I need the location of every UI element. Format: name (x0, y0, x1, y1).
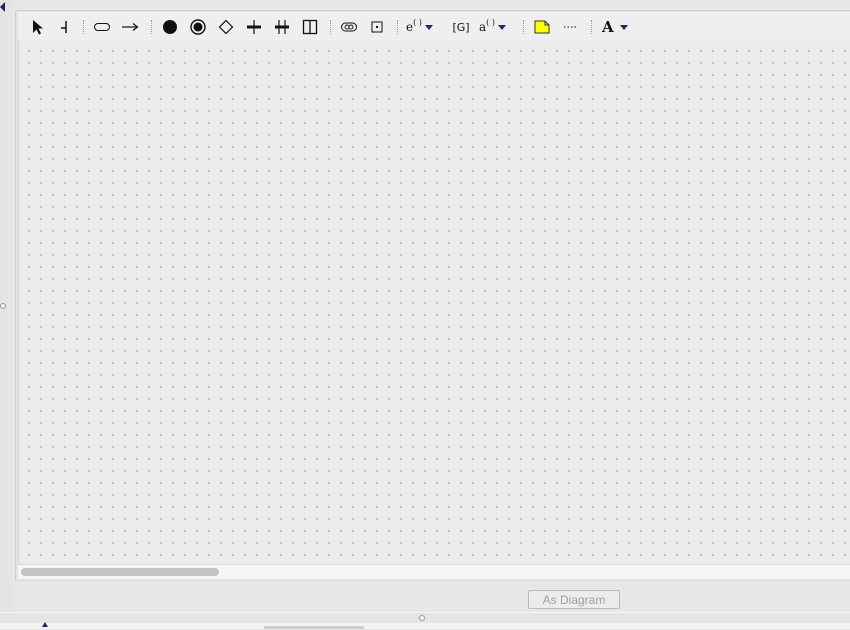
toolbar-separator (397, 20, 399, 34)
toolbar-separator (83, 20, 85, 34)
font-tool[interactable]: A (602, 16, 634, 38)
dotted-line-icon (564, 26, 578, 28)
bullseye-icon (190, 19, 206, 35)
fork-bar-icon (247, 20, 261, 34)
expand-arrow-icon[interactable] (42, 622, 48, 627)
entry-action-label: e (406, 20, 414, 34)
diagram-canvas[interactable] (18, 40, 850, 564)
final-state-tool[interactable] (189, 16, 207, 38)
lifeline-tool[interactable] (56, 16, 72, 38)
toolbar-separator (523, 20, 525, 34)
font-a-icon: A (602, 18, 614, 36)
action-tool[interactable]: a ( ) (479, 16, 515, 38)
concurrent-region-tool[interactable] (301, 16, 319, 38)
action-sup: ( ) (486, 18, 495, 27)
join-bar-icon (275, 20, 289, 34)
state-tool[interactable] (92, 16, 112, 38)
choice-tool[interactable] (217, 16, 235, 38)
right-arrow-icon (122, 23, 139, 31)
oval-state-icon (341, 22, 357, 32)
diamond-icon (218, 19, 234, 35)
scrollbar-thumb[interactable] (21, 568, 219, 576)
toolbar-separator (330, 20, 332, 34)
submachine-tool[interactable] (339, 16, 359, 38)
filled-circle-icon (163, 20, 177, 34)
toolbar-separator (151, 20, 153, 34)
chevron-down-icon[interactable] (619, 24, 628, 30)
side-splitter-grip[interactable] (0, 303, 6, 309)
guard-icon: [G] (452, 20, 470, 34)
chevron-down-icon[interactable] (497, 24, 506, 30)
rounded-rect-icon (94, 23, 110, 31)
action-label: a (479, 20, 487, 34)
horizontal-scrollbar[interactable] (18, 564, 850, 579)
join-tool[interactable] (273, 16, 291, 38)
toolbar-separator (591, 20, 593, 34)
diagram-toolbar: e ( ) [G] a ( ) A (18, 12, 850, 41)
as-diagram-button[interactable]: As Diagram (528, 590, 620, 609)
transition-tool[interactable] (120, 16, 140, 38)
note-icon (534, 20, 550, 34)
entry-action-sup: ( ) (413, 18, 422, 27)
arrow-pointer-icon (33, 20, 43, 35)
collapse-arrow-icon[interactable] (0, 2, 5, 12)
entry-action-icon: e ( ) (406, 18, 422, 34)
editor-footer (15, 582, 850, 610)
box-state-tool[interactable] (368, 16, 386, 38)
chevron-down-icon[interactable] (424, 24, 433, 30)
small-box-icon (371, 21, 383, 33)
left-edge-panel (0, 0, 12, 629)
action-icon: a ( ) (479, 18, 495, 34)
fork-tool[interactable] (245, 16, 263, 38)
entry-action-tool[interactable]: e ( ) (406, 16, 442, 38)
select-tool[interactable] (30, 16, 46, 38)
note-tool[interactable] (532, 16, 552, 38)
splitter-grip[interactable] (419, 615, 425, 621)
guard-tool[interactable]: [G] (451, 16, 471, 38)
split-box-icon (302, 19, 318, 35)
lower-pane (0, 623, 850, 629)
initial-state-tool[interactable] (161, 16, 179, 38)
note-link-tool[interactable] (561, 16, 581, 38)
lifeline-icon (61, 21, 67, 33)
